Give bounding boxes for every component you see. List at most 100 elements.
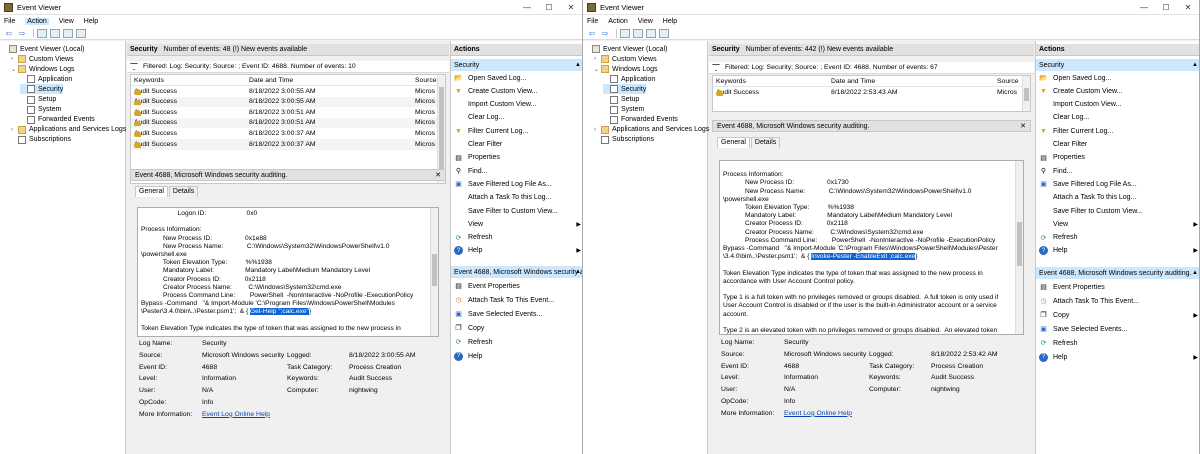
tree-item-system[interactable]: System	[603, 105, 644, 115]
column-header-source[interactable]: Source	[415, 77, 437, 84]
action-clear-filter[interactable]: Clear Filter	[1039, 139, 1199, 151]
help-book-icon[interactable]	[63, 28, 73, 38]
meta-more-link[interactable]: Event Log Online Help	[784, 410, 852, 417]
menu-file[interactable]: File	[587, 18, 598, 25]
expand-right-icon[interactable]: ›	[594, 56, 601, 62]
tree-item-windows-logs[interactable]: ⌄ Windows Logs	[594, 64, 658, 74]
action-properties[interactable]: ▤ Properties	[1039, 152, 1199, 164]
menu-file[interactable]: File	[4, 18, 15, 25]
actions-section-event[interactable]: Event 4688, Microsoft Windows security a…	[1036, 267, 1199, 279]
console-tree-icon[interactable]	[50, 28, 60, 38]
action-help[interactable]: ? Help ▶	[454, 245, 582, 257]
action-save-filtered-log-file-as[interactable]: ▣ Save Filtered Log File As...	[454, 178, 582, 190]
tree-item-subscriptions[interactable]: Subscriptions	[594, 135, 654, 145]
minimize-button[interactable]: —	[1133, 0, 1155, 15]
tree-item-forwarded-events[interactable]: Forwarded Events	[20, 115, 95, 125]
close-detail-icon[interactable]: ✕	[1020, 122, 1026, 130]
tree-item-application[interactable]: Application	[603, 74, 655, 84]
action-attach-a-task-to-this-log[interactable]: Attach a Task To this Log...	[454, 192, 582, 204]
action-properties[interactable]: ▤ Properties	[454, 152, 582, 164]
action-help[interactable]: ? Help ▶	[1039, 245, 1199, 257]
column-header-date-and-time[interactable]: Date and Time	[249, 77, 293, 84]
column-header-keywords[interactable]: Keywords	[716, 78, 746, 85]
action-attach-task-to-this-event[interactable]: ◷ Attach Task To This Event...	[1039, 295, 1199, 307]
back-arrow-icon[interactable]: ⇦	[587, 29, 597, 38]
action-save-selected-events[interactable]: ▣ Save Selected Events...	[1039, 323, 1199, 335]
tree-item-system[interactable]: System	[20, 105, 61, 115]
tree-item-setup[interactable]: Setup	[603, 95, 639, 105]
action-clear-log[interactable]: Clear Log...	[1039, 112, 1199, 124]
action-copy[interactable]: ❐ Copy ▶	[1039, 309, 1199, 321]
action-refresh[interactable]: ⟳ Refresh	[1039, 337, 1199, 349]
properties-pane-icon[interactable]	[659, 28, 669, 38]
action-attach-task-to-this-event[interactable]: ◷ Attach Task To This Event...	[454, 294, 582, 306]
action-view[interactable]: View ▶	[1039, 218, 1199, 230]
description-scrollbar[interactable]	[430, 208, 438, 336]
grid-scrollbar[interactable]	[437, 75, 445, 183]
expand-down-icon[interactable]: ⌄	[11, 66, 18, 73]
action-create-custom-view[interactable]: ▼ Create Custom View...	[1039, 85, 1199, 97]
minimize-button[interactable]: —	[516, 0, 538, 15]
menu-view[interactable]: View	[59, 18, 74, 25]
action-help[interactable]: ? Help ▶	[1039, 351, 1199, 363]
menu-action[interactable]: Action	[608, 18, 627, 25]
collapse-icon[interactable]: ▲	[575, 62, 581, 68]
tree-item-custom-views[interactable]: › Custom Views	[11, 54, 74, 64]
action-clear-log[interactable]: Clear Log...	[454, 112, 582, 124]
table-row[interactable]: Audit Success 8/18/2022 3:00:37 AM Micros	[131, 128, 445, 139]
column-header-keywords[interactable]: Keywords	[134, 77, 164, 84]
action-event-properties[interactable]: ▤ Event Properties	[454, 280, 582, 292]
menu-help[interactable]: Help	[84, 18, 98, 25]
tree-item-windows-logs[interactable]: ⌄ Windows Logs	[11, 64, 75, 74]
actions-section-security[interactable]: Security ▲	[451, 59, 582, 71]
table-row[interactable]: Audit Success 8/18/2022 3:00:51 AM Micros	[131, 117, 445, 129]
tree-item-setup[interactable]: Setup	[20, 95, 56, 105]
action-open-saved-log[interactable]: 📂 Open Saved Log...	[454, 72, 582, 84]
properties-pane-icon[interactable]	[76, 28, 86, 38]
close-button[interactable]: ✕	[1177, 0, 1199, 15]
description-scrollbar[interactable]	[1015, 161, 1023, 334]
tab-general[interactable]: General	[135, 186, 168, 197]
action-save-selected-events[interactable]: ▣ Save Selected Events...	[454, 308, 582, 320]
forward-arrow-icon[interactable]: ⇨	[17, 29, 27, 38]
action-save-filtered-log-file-as[interactable]: ▣ Save Filtered Log File As...	[1039, 178, 1199, 190]
table-row[interactable]: Audit Success 8/18/2022 3:00:55 AM Micros	[131, 86, 445, 97]
highlighted-command[interactable]: Get-Help ";calc.exe"	[249, 307, 310, 317]
action-refresh[interactable]: ⟳ Refresh	[1039, 232, 1199, 244]
action-refresh[interactable]: ⟳ Refresh	[454, 336, 582, 348]
expand-right-icon[interactable]: ›	[594, 127, 601, 133]
back-arrow-icon[interactable]: ⇦	[4, 29, 14, 38]
scrollbar-thumb[interactable]	[439, 87, 444, 173]
close-button[interactable]: ✕	[560, 0, 582, 15]
table-row[interactable]: Audit Success 8/18/2022 3:00:55 AM Micros	[131, 96, 445, 108]
action-clear-filter[interactable]: Clear Filter	[454, 139, 582, 151]
action-event-properties[interactable]: ▤ Event Properties	[1039, 281, 1199, 293]
scrollbar-thumb[interactable]	[432, 253, 437, 286]
scrollbar-thumb[interactable]	[1024, 88, 1029, 101]
menu-action[interactable]: Action	[25, 17, 49, 25]
action-help[interactable]: ? Help	[454, 350, 582, 362]
tree-item-custom-views[interactable]: › Custom Views	[594, 54, 657, 64]
action-save-filter-to-custom-view[interactable]: Save Filter to Custom View...	[454, 205, 582, 217]
grid-scrollbar[interactable]	[1022, 76, 1030, 111]
menu-help[interactable]: Help	[663, 18, 677, 25]
action-import-custom-view[interactable]: Import Custom View...	[1039, 99, 1199, 111]
action-import-custom-view[interactable]: Import Custom View...	[454, 99, 582, 111]
forward-arrow-icon[interactable]: ⇨	[600, 29, 610, 38]
tree-item-security[interactable]: Security	[20, 84, 64, 95]
tree-item-subscriptions[interactable]: Subscriptions	[11, 135, 71, 145]
tree-item-application[interactable]: Application	[20, 74, 72, 84]
action-filter-current-log[interactable]: ▼ Filter Current Log...	[454, 125, 582, 137]
actions-section-security[interactable]: Security ▲	[1036, 59, 1199, 71]
scrollbar-thumb[interactable]	[1017, 222, 1022, 266]
maximize-button[interactable]: ☐	[1155, 0, 1177, 15]
action-attach-a-task-to-this-log[interactable]: Attach a Task To this Log...	[1039, 192, 1199, 204]
action-refresh[interactable]: ⟳ Refresh	[454, 232, 582, 244]
action-create-custom-view[interactable]: ▼ Create Custom View...	[454, 85, 582, 97]
action-find[interactable]: ⚲ Find...	[454, 165, 582, 177]
action-find[interactable]: ⚲ Find...	[1039, 165, 1199, 177]
action-filter-current-log[interactable]: ▼ Filter Current Log...	[1039, 125, 1199, 137]
collapse-icon[interactable]: ▲	[1192, 62, 1198, 68]
tab-general[interactable]: General	[717, 137, 750, 148]
collapse-icon[interactable]: ▲	[1192, 270, 1198, 276]
